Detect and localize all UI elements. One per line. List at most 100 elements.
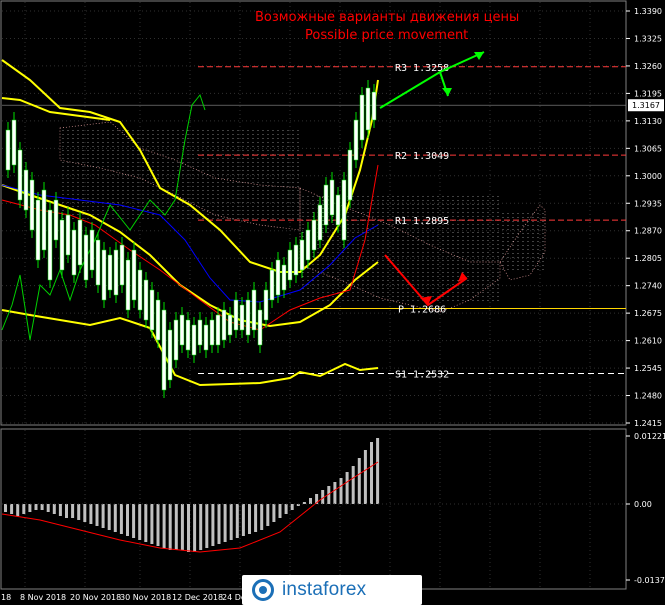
cloud-region [499, 204, 546, 281]
candle-body [287, 249, 293, 281]
forecast-arrows [379, 51, 485, 307]
logo-text: instaforex [282, 579, 367, 600]
price-label: 1.2935 [634, 199, 662, 208]
candle-body [371, 91, 377, 121]
price-label: 1.3065 [634, 144, 662, 153]
candle-body [173, 319, 179, 361]
price-label: 1.3000 [634, 172, 662, 181]
price-label: 1.3195 [634, 89, 662, 98]
date-label: 20 Nov 2018 [70, 593, 121, 602]
candle-body [311, 219, 317, 251]
price-label: 1.3260 [634, 62, 662, 71]
histogram-bar [339, 478, 343, 504]
histogram-bar [16, 504, 20, 516]
oscillator [1, 438, 626, 553]
histogram-bar [22, 504, 26, 514]
candle-body [341, 179, 347, 241]
histogram-bar [162, 504, 166, 548]
date-label: 30 Nov 2018 [120, 593, 171, 602]
candle-body [155, 299, 161, 341]
candle-body [251, 289, 257, 331]
candle-body [137, 269, 143, 311]
candle-body [269, 269, 275, 301]
histogram-bar [260, 504, 264, 530]
candle-body [113, 249, 119, 296]
histogram-bar [211, 504, 215, 546]
candle-body [293, 244, 299, 276]
histogram-bar [144, 504, 148, 542]
histogram-bar [290, 504, 294, 510]
histogram-bar [266, 504, 270, 526]
price-label: 1.2740 [634, 282, 662, 291]
oscillator-panel-frame [0, 428, 627, 590]
candle-body [71, 229, 77, 276]
histogram-bar [345, 472, 349, 504]
histogram-bar [357, 458, 361, 504]
candle-body [203, 324, 209, 351]
chart-canvas: R3 1.3258R2 1.3049R1 1.2895P 1.2686S1 1.… [0, 0, 665, 602]
level-p-label: P 1.2686 [398, 304, 446, 315]
price-label: 1.2415 [634, 419, 662, 428]
level-r2-label: R2 1.3049 [395, 151, 449, 162]
price-label: 1.2675 [634, 309, 662, 318]
histogram-bar [302, 502, 306, 504]
bollinger-upper-left-line [1, 97, 111, 121]
histogram-bar [241, 504, 245, 536]
histogram-bar [77, 504, 81, 520]
candle-body [239, 304, 245, 331]
histogram-bar [363, 450, 367, 504]
histogram-bar [254, 504, 258, 532]
candle-body [77, 219, 83, 266]
histogram-bar [126, 504, 129, 536]
candle-body [233, 299, 239, 331]
candle-body [281, 264, 287, 291]
candle-body [11, 119, 17, 166]
price-label: 1.3325 [634, 34, 662, 43]
candle-body [185, 319, 191, 351]
price-label: 1.2870 [634, 227, 662, 236]
histogram-bar [193, 504, 197, 552]
histogram-bar [119, 504, 123, 534]
histogram-bar [46, 504, 50, 512]
logo-icon [252, 579, 274, 601]
histogram-bar [156, 504, 160, 546]
histogram-bar [248, 504, 251, 534]
price-axis: 1.3390 1.3325 1.3260 1.3195 1.3130 1.3065 1.30… [626, 7, 665, 585]
candle-body [197, 319, 203, 346]
candle-body [221, 309, 227, 341]
candle-body [89, 229, 95, 271]
date-label: 12 Dec 2018 [172, 593, 223, 602]
date-axis: 8 Nov 2018 20 Nov 201830 Nov 2018 12 Dec 2… [1, 593, 250, 602]
histogram-bar [52, 504, 56, 514]
histogram-bar [229, 504, 233, 540]
level-r1-label: R1 1.2895 [395, 216, 449, 227]
candle-body [23, 169, 29, 211]
candle-body [17, 149, 23, 201]
candle-body [107, 254, 113, 291]
candle-body [65, 214, 71, 256]
candle-body [179, 314, 185, 346]
histogram-bar [351, 466, 355, 504]
candle-body [35, 199, 41, 261]
candle-body [275, 259, 281, 296]
osc-label: -0.0137 [634, 576, 665, 585]
histogram-bar [40, 504, 44, 510]
candle-body [161, 309, 167, 391]
candle-body [347, 149, 353, 201]
histogram-bar [34, 504, 38, 510]
candle-body [5, 129, 11, 171]
candle-body [305, 229, 311, 261]
histogram-bar [284, 504, 288, 514]
histogram-bar [187, 504, 190, 552]
price-label: 1.2610 [634, 337, 662, 346]
histogram-bar [272, 504, 276, 522]
histogram-bar [333, 482, 337, 504]
candle-body [119, 244, 125, 286]
histogram-bar [199, 504, 203, 550]
price-label: 1.3130 [634, 117, 662, 126]
histogram-bar [168, 504, 172, 550]
date-label: 8 Nov 2018 [20, 593, 66, 602]
candles [5, 80, 377, 398]
candle-body [359, 94, 365, 141]
histogram-bar [10, 504, 14, 514]
